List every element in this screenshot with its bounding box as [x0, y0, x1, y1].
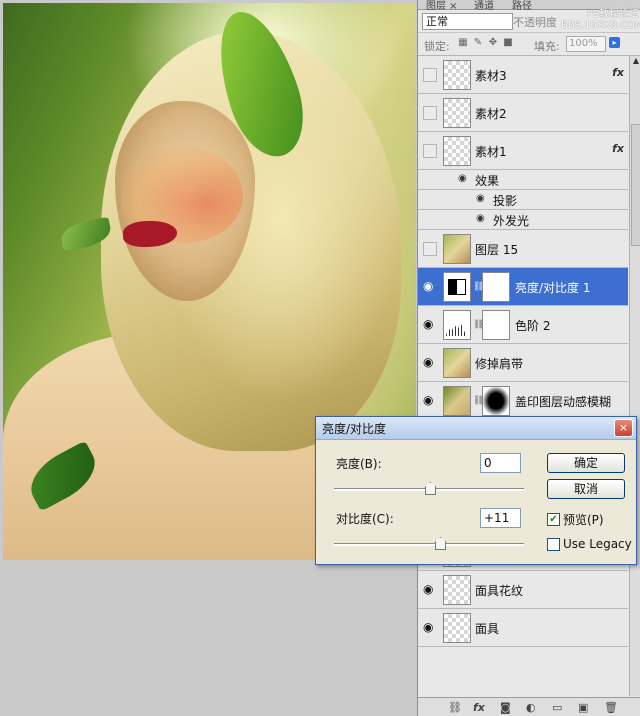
brightness-input[interactable]: 0 — [480, 453, 521, 473]
effect-name: 投影 — [493, 194, 518, 208]
layer-name: 素材2 — [475, 107, 507, 121]
effect-row[interactable]: ◉ 外发光 — [418, 210, 628, 230]
layer-name: 面具 — [475, 622, 500, 636]
layer-name: 面具花纹 — [475, 584, 524, 598]
layer-thumbnail — [443, 575, 471, 605]
layers-scrollbar[interactable]: ▲ — [629, 56, 640, 696]
lock-row: 锁定: ▦ ✎ ✥ ■ 填充: 100% ▸ — [418, 33, 640, 56]
fill-input[interactable]: 100% — [566, 36, 606, 52]
dialog-titlebar[interactable]: 亮度/对比度 × — [316, 417, 636, 440]
brightness-label: 亮度(B): — [336, 457, 382, 471]
lock-move-icon[interactable]: ✥ — [488, 38, 498, 48]
visibility-toggle[interactable] — [423, 242, 437, 256]
blend-mode-select[interactable]: 正常 — [422, 13, 513, 30]
fx-icon[interactable]: fx — [473, 701, 485, 714]
preview-checkbox[interactable]: ✔ — [547, 513, 560, 526]
scroll-up-icon[interactable]: ▲ — [630, 56, 640, 70]
eye-icon[interactable]: ◉ — [423, 280, 435, 292]
eye-icon[interactable]: ◉ — [423, 583, 435, 595]
eye-icon[interactable]: ◉ — [423, 318, 435, 330]
layer-thumbnail — [443, 234, 471, 264]
layer-thumbnail — [443, 613, 471, 643]
layer-name: 盖印图层动感模糊 — [515, 395, 612, 409]
layer-thumbnail — [443, 386, 471, 416]
use-legacy-checkbox[interactable] — [547, 538, 560, 551]
layer-thumbnail — [443, 348, 471, 378]
visibility-toggle[interactable] — [423, 68, 437, 82]
contrast-input[interactable]: +11 — [480, 508, 521, 528]
scroll-thumb[interactable] — [631, 124, 640, 246]
layer-row[interactable]: ◉ ⛓ 色阶 2 — [418, 306, 628, 344]
preview-label: 预览(P) — [563, 513, 604, 527]
watermark: PS教程论坛 BBS.16XX8.COM — [561, 9, 640, 31]
folder-icon[interactable]: ▭ — [552, 701, 562, 714]
layer-row[interactable]: 素材1 fx — [418, 132, 628, 170]
visibility-toggle[interactable] — [423, 144, 437, 158]
layer-mask-thumbnail[interactable] — [482, 310, 510, 340]
watermark-line2: BBS.16XX8.COM — [561, 20, 640, 31]
layer-thumbnail — [443, 98, 471, 128]
watermark-line1: PS教程论坛 — [586, 9, 639, 20]
link-layers-icon[interactable]: ⛓ — [448, 701, 462, 714]
layer-name: 图层 15 — [475, 243, 519, 257]
fx-icon[interactable]: fx — [612, 142, 624, 155]
mask-icon[interactable]: ◙ — [500, 701, 511, 714]
eye-icon[interactable]: ◉ — [476, 193, 485, 204]
contrast-slider[interactable] — [334, 543, 524, 546]
effect-name: 外发光 — [493, 214, 530, 228]
layer-row[interactable]: ◉ 修掉肩带 — [418, 344, 628, 382]
layer-name: 素材3 — [475, 69, 507, 83]
dialog-title: 亮度/对比度 — [322, 422, 387, 436]
brightness-contrast-dialog: 亮度/对比度 × 亮度(B): 0 对比度(C): +11 确定 取消 ✔ 预览… — [315, 416, 637, 565]
layer-row[interactable]: ◉ 面具花纹 — [418, 571, 628, 609]
layer-row[interactable]: ◉ ⛓ 盖印图层动感模糊 — [418, 382, 628, 420]
visibility-toggle[interactable] — [423, 106, 437, 120]
brightness-slider-thumb[interactable] — [425, 482, 436, 495]
lock-label: 锁定: — [424, 40, 450, 53]
layer-name: 色阶 2 — [515, 319, 551, 333]
fill-arrow-icon[interactable]: ▸ — [609, 37, 620, 48]
layer-row-selected[interactable]: ◉ ⛓ 亮度/对比度 1 — [418, 268, 628, 306]
contrast-slider-thumb[interactable] — [435, 537, 446, 550]
ok-button[interactable]: 确定 — [547, 453, 625, 473]
eye-icon[interactable]: ◉ — [423, 394, 435, 406]
opacity-label: 不透明度 — [513, 16, 557, 29]
eye-icon[interactable]: ◉ — [423, 356, 435, 368]
layer-thumbnail — [443, 136, 471, 166]
lock-all-icon[interactable]: ■ — [503, 38, 513, 48]
brightness-contrast-adjustment-icon — [443, 272, 471, 302]
fx-icon[interactable]: fx — [612, 66, 624, 79]
levels-adjustment-icon — [443, 310, 471, 340]
contrast-label: 对比度(C): — [336, 512, 394, 526]
layer-row[interactable]: 图层 15 — [418, 230, 628, 268]
lock-brush-icon[interactable]: ✎ — [473, 38, 483, 48]
layer-name: 亮度/对比度 1 — [515, 281, 591, 295]
layer-thumbnail — [443, 60, 471, 90]
eye-icon[interactable]: ◉ — [458, 173, 467, 184]
layers-bottom-bar: ⛓ fx ◙ ◐ ▭ ▣ 🗑 — [418, 697, 640, 716]
layer-name: 修掉肩带 — [475, 357, 524, 371]
effect-group-name: 效果 — [475, 174, 500, 188]
blend-row: 正常 不透明度 PS教程论坛 BBS.16XX8.COM — [418, 9, 640, 33]
layer-name: 素材1 — [475, 145, 507, 159]
cancel-button[interactable]: 取消 — [547, 479, 625, 499]
effect-row[interactable]: ◉ 投影 — [418, 190, 628, 210]
use-legacy-label: Use Legacy — [563, 537, 632, 551]
layer-row[interactable]: ◉ 面具 — [418, 609, 628, 647]
layer-mask-thumbnail[interactable] — [482, 386, 510, 416]
adjustment-icon[interactable]: ◐ — [526, 701, 536, 714]
layer-row[interactable]: 素材3 fx — [418, 56, 628, 94]
close-icon[interactable]: × — [614, 419, 633, 437]
layers-panel: 图层 × 通道 路径 正常 不透明度 PS教程论坛 BBS.16XX8.COM … — [417, 0, 640, 716]
layer-row[interactable]: 素材2 — [418, 94, 628, 132]
lock-transparent-icon[interactable]: ▦ — [458, 38, 468, 48]
fill-label: 填充: — [534, 40, 560, 53]
layer-mask-thumbnail[interactable] — [482, 272, 510, 302]
effect-row[interactable]: ◉ 效果 — [418, 170, 628, 190]
eye-icon[interactable]: ◉ — [423, 621, 435, 633]
trash-icon[interactable]: 🗑 — [604, 701, 618, 714]
eye-icon[interactable]: ◉ — [476, 213, 485, 224]
new-layer-icon[interactable]: ▣ — [578, 701, 588, 714]
